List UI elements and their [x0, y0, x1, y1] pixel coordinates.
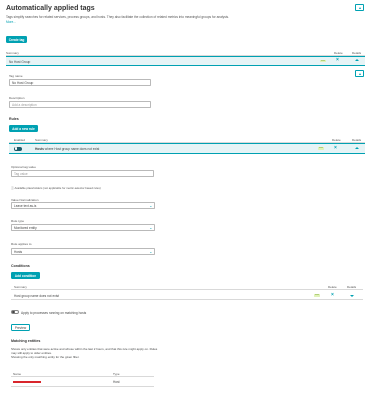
placeholders-note-text: Available placeholders (not applicable f… [14, 186, 101, 190]
rule-type-value: Monitored entity [14, 225, 37, 230]
chevron-down-icon: ⌄ [149, 203, 153, 208]
tag-name-field[interactable]: No Host Group [9, 79, 151, 86]
apply-processes-label: Apply to processes running on matching h… [21, 310, 87, 315]
rule-summary: Hosts where Host group name does not exi… [35, 147, 99, 151]
optional-tag-value-label: Optional tag value [11, 165, 36, 169]
description-field[interactable]: Add a description [9, 101, 151, 108]
delete-tag-icon[interactable]: × [336, 58, 339, 63]
matching-description-text-2: Showing the only matching entity for the… [11, 355, 80, 360]
chevron-down-icon: ⌄ [149, 249, 153, 254]
rule-enabled-toggle[interactable] [14, 146, 22, 151]
matching-entities-title: Matching entities [11, 339, 41, 343]
tag-name-value: No Host Group [12, 80, 34, 85]
tag-row-summary: No Host Group [9, 59, 31, 64]
more-link[interactable]: More... [6, 20, 16, 24]
chevron-up-icon[interactable] [355, 59, 359, 61]
value-normalization-value: Leave text as-is [14, 203, 37, 208]
page-title: Automatically applied tags [6, 5, 95, 12]
preview-button[interactable]: Preview [11, 324, 30, 331]
value-normalization-select[interactable]: Leave text as-is ⌄ [11, 202, 155, 209]
rule-type-label: Rule type [11, 219, 25, 223]
add-condition-button[interactable]: Add condition [11, 272, 40, 279]
description-placeholder: Add a description [12, 102, 37, 107]
delete-condition-icon[interactable]: × [331, 292, 334, 298]
tag-row[interactable] [6, 56, 365, 66]
placeholders-note: ⓘ Available placeholders (not applicable… [11, 186, 101, 190]
matching-description-text: Shows only entities that were active and… [11, 347, 158, 356]
chevron-up-icon [358, 72, 361, 75]
collapse-all-button[interactable] [355, 4, 364, 11]
rule-applies-select[interactable]: Hosts ⌄ [11, 248, 155, 255]
tag-row-status-badge: new [320, 59, 327, 63]
entity-type: Host [113, 380, 120, 384]
add-rule-button[interactable]: Add a new rule [9, 125, 38, 132]
condition-status-badge: new [314, 294, 321, 297]
rule-applies-value: Hosts [14, 249, 23, 254]
optional-tag-value-placeholder: Tag value [14, 171, 28, 176]
optional-tag-value-field[interactable]: Tag value [11, 170, 154, 177]
rules-title: Rules [9, 117, 19, 121]
delete-rule-icon[interactable]: × [334, 145, 337, 151]
tag-name-label: Tag name [9, 74, 23, 78]
description-text: Tags simplify searches for related servi… [6, 15, 229, 19]
chevron-up-icon[interactable] [355, 147, 359, 149]
rule-type-select[interactable]: Monitored entity ⌄ [11, 224, 155, 231]
rule-applies-label: Rule applies to [11, 242, 32, 246]
redacted-entity-name[interactable] [13, 381, 41, 384]
condition-row[interactable] [11, 290, 363, 300]
apply-processes-toggle[interactable] [11, 310, 19, 314]
create-tag-button[interactable]: Create tag [6, 36, 27, 43]
chevron-down-icon: ⌄ [149, 225, 153, 230]
description-label: Description [9, 96, 25, 100]
condition-summary: Host group name does not exist [14, 294, 60, 298]
conditions-title: Conditions [11, 264, 30, 268]
chevron-up-icon [358, 6, 361, 9]
rule-summary-prefix: Hosts [35, 147, 44, 151]
rule-status-badge: new [318, 147, 325, 150]
rule-summary-text: where Host group name does not exist [44, 147, 100, 151]
matching-entities-description: Shows only entities that were active and… [11, 347, 161, 360]
page-description: Tags simplify searches for related servi… [6, 15, 341, 24]
chevron-down-icon[interactable] [350, 294, 354, 297]
tag-details-collapse-button[interactable] [355, 70, 364, 77]
